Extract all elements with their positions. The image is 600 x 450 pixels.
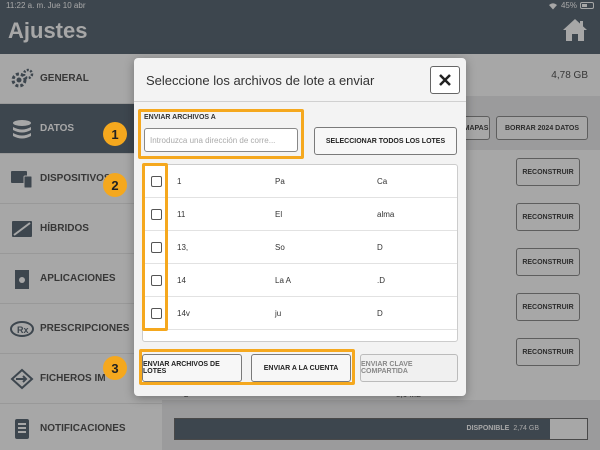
batch-detail: D <box>377 309 383 318</box>
list-item[interactable]: 1 Pa Ca <box>143 165 457 198</box>
dialog-title: Seleccione los archivos de lote a enviar <box>146 73 375 88</box>
callout-badge-3: 3 <box>103 356 127 380</box>
batch-detail: .D <box>377 276 385 285</box>
batch-file-list: 1 Pa Ca 11 El alma 13, So D 14 La A .D 1… <box>142 164 458 342</box>
callout-highlight-email <box>138 109 304 159</box>
list-item[interactable]: 13, So D <box>143 231 457 264</box>
batch-id: 11 <box>177 210 186 219</box>
batch-name: ju <box>275 309 282 318</box>
list-item[interactable]: 14v ju D <box>143 297 457 330</box>
select-all-batches-button[interactable]: SELECCIONAR TODOS LOS LOTES <box>314 127 457 155</box>
batch-detail: D <box>377 243 383 252</box>
list-item[interactable]: 11 El alma <box>143 198 457 231</box>
batch-id: 14 <box>177 276 186 285</box>
callout-badge-2: 2 <box>103 173 127 197</box>
batch-id: 13, <box>177 243 189 252</box>
list-item[interactable]: 14 La A .D <box>143 264 457 297</box>
callout-highlight-send-buttons <box>139 349 355 385</box>
batch-name: El <box>275 210 283 219</box>
close-button[interactable] <box>430 66 460 94</box>
callout-badge-1: 1 <box>103 122 127 146</box>
batch-detail: Ca <box>377 177 388 186</box>
close-icon <box>439 74 451 86</box>
batch-name: La A <box>275 276 292 285</box>
batch-name: So <box>275 243 285 252</box>
send-shared-key-button[interactable]: ENVIAR CLAVE COMPARTIDA <box>360 354 458 382</box>
batch-id: 14v <box>177 309 190 318</box>
callout-highlight-checkboxes <box>142 163 168 331</box>
batch-detail: alma <box>377 210 395 219</box>
batch-name: Pa <box>275 177 285 186</box>
dialog-header: Seleccione los archivos de lote a enviar <box>134 58 466 102</box>
batch-id: 1 <box>177 177 182 186</box>
